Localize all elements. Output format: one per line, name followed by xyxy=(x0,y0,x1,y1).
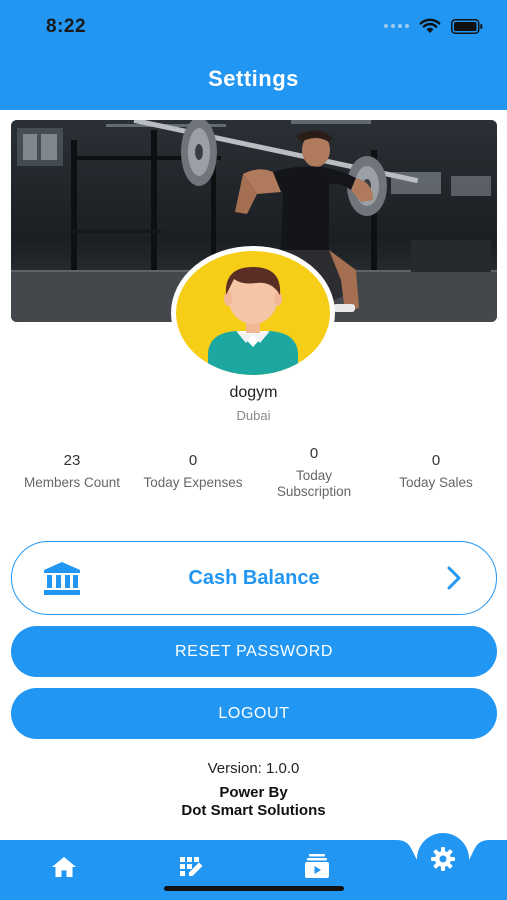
user-name: dogym xyxy=(229,384,278,401)
page-title: Settings xyxy=(208,66,299,91)
avatar[interactable] xyxy=(176,251,330,375)
stat-label: Today Subscription xyxy=(276,468,352,499)
company-name: Dot Smart Solutions xyxy=(181,802,326,819)
wifi-icon xyxy=(419,18,441,33)
powered-by: Power By Dot Smart Solutions xyxy=(0,784,507,820)
status-icons xyxy=(384,18,483,34)
stat-value: 0 xyxy=(309,445,319,462)
status-bar: 8:22 xyxy=(0,0,507,56)
settings-tab-button[interactable] xyxy=(417,833,469,885)
user-location: Dubai xyxy=(236,408,271,423)
home-indicator xyxy=(164,886,344,891)
stat-members-count: 23 Members Count xyxy=(8,453,136,491)
app-version: Version: 1.0.0 xyxy=(207,760,300,777)
chevron-right-icon xyxy=(447,566,461,590)
settings-gear-icon xyxy=(431,847,455,871)
stat-today-sales: 0 Today Sales xyxy=(386,453,486,491)
stat-label: Members Count xyxy=(23,475,121,490)
reset-password-button[interactable]: RESET PASSWORD xyxy=(11,626,497,677)
stat-today-expenses: 0 Today Expenses xyxy=(130,453,256,491)
stat-value: 0 xyxy=(188,452,198,469)
grid-edit-icon[interactable] xyxy=(179,856,205,878)
cash-balance-button[interactable]: Cash Balance xyxy=(11,541,497,615)
app-bar: Settings xyxy=(0,56,507,110)
battery-icon xyxy=(451,18,483,34)
stat-value: 23 xyxy=(63,452,81,469)
home-icon[interactable] xyxy=(51,856,77,878)
stat-label: Today Sales xyxy=(399,475,473,490)
signal-icon xyxy=(384,24,409,28)
status-time: 8:22 xyxy=(46,16,87,37)
stat-label: Today Expenses xyxy=(143,475,243,490)
stat-today-subscription: 0 Today Subscription xyxy=(262,446,366,500)
cash-balance-label: Cash Balance xyxy=(188,567,320,589)
logout-button[interactable]: LOGOUT xyxy=(11,688,497,739)
stat-value: 0 xyxy=(431,452,441,469)
powered-by-label: Power By xyxy=(219,784,288,801)
video-stack-icon[interactable] xyxy=(304,853,330,879)
